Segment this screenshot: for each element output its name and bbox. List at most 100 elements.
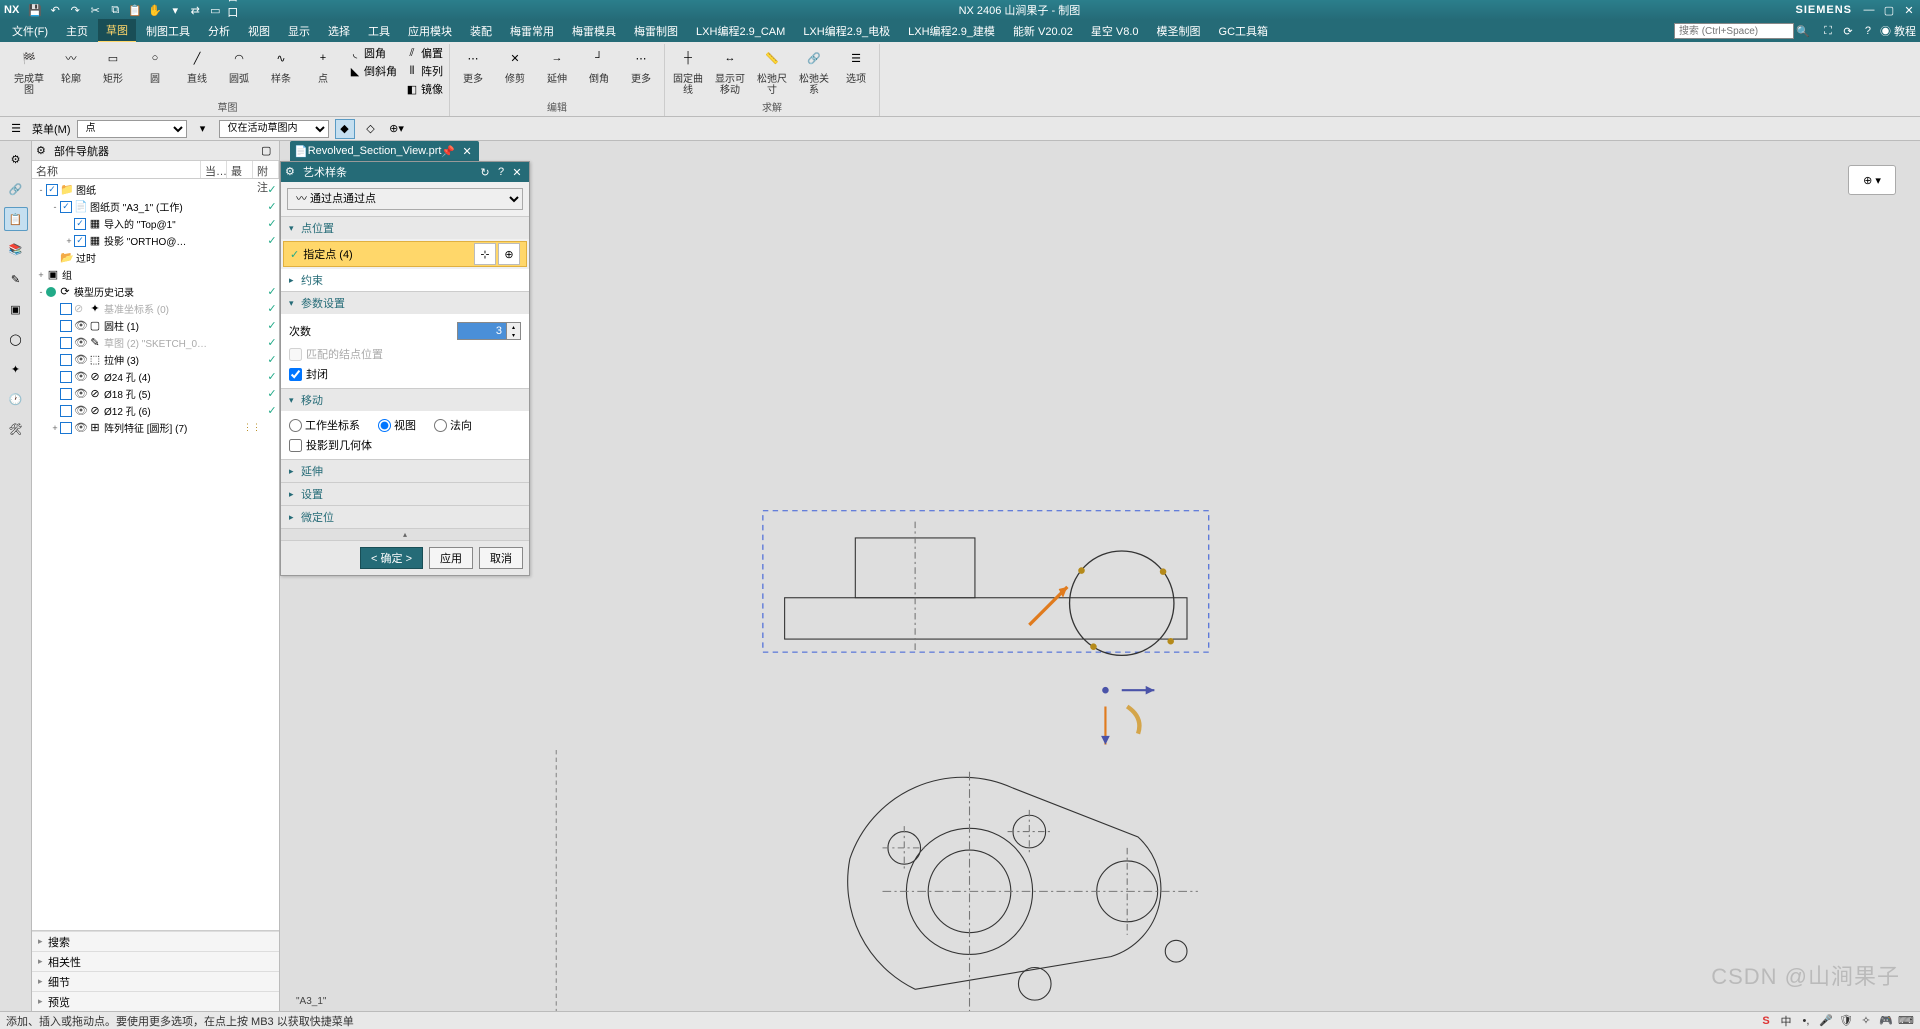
col-current[interactable]: 当… (201, 161, 227, 178)
relax-rel-button[interactable]: 🔗松弛关系 (797, 44, 831, 96)
col-name[interactable]: 名称 (32, 161, 201, 178)
dialog-reset-icon[interactable]: ↻ (477, 164, 493, 180)
nav-preview-section[interactable]: ▸预览 (32, 991, 279, 1011)
menu-label[interactable]: 菜单(M) (32, 121, 71, 137)
arc-button[interactable]: ◠圆弧 (222, 44, 256, 85)
menu-gc-toolbox[interactable]: GC工具箱 (1211, 20, 1277, 42)
maximize-icon[interactable]: ▢ (1882, 3, 1896, 17)
tab-pin-icon[interactable]: 📌 (441, 145, 455, 158)
help-icon[interactable]: ? (1860, 23, 1876, 39)
menu-lxh-cam[interactable]: LXH编程2.9_CAM (688, 20, 793, 42)
dialog-help-icon[interactable]: ? (493, 164, 509, 180)
nav-detail-section[interactable]: ▸细节 (32, 971, 279, 991)
ime-mode-icon[interactable]: 中 (1778, 1014, 1794, 1028)
section-move[interactable]: ▾移动 (281, 389, 529, 411)
menu-select[interactable]: 选择 (320, 20, 358, 42)
profile-button[interactable]: 〰轮廓 (54, 44, 88, 85)
chamfer-button[interactable]: ◣倒斜角 (348, 62, 397, 80)
filter-select-2[interactable]: 仅在活动草图内 (219, 120, 329, 138)
menu-toggle-icon[interactable]: ☰ (6, 119, 26, 139)
radio-wcs[interactable]: 工作坐标系 (289, 417, 360, 433)
menu-assembly[interactable]: 装配 (462, 20, 500, 42)
pattern-button[interactable]: ⫴阵列 (405, 62, 443, 80)
spline-button[interactable]: ∿样条 (264, 44, 298, 85)
menu-display[interactable]: 显示 (280, 20, 318, 42)
section-extend[interactable]: ▸延伸 (281, 460, 529, 482)
assembly-nav-icon[interactable]: ⚙ (4, 147, 28, 171)
menu-application[interactable]: 应用模块 (400, 20, 460, 42)
menu-drafting-tools[interactable]: 制图工具 (138, 20, 198, 42)
menu-meilei-draft[interactable]: 梅雷制图 (626, 20, 686, 42)
part-nav-icon[interactable]: 📋 (4, 207, 28, 231)
filter-select-1[interactable]: 点 (77, 120, 187, 138)
ok-button[interactable]: < 确定 > (360, 547, 423, 569)
options-button[interactable]: ☰选项 (839, 44, 873, 85)
touch-icon[interactable]: ✋ (147, 2, 163, 18)
section-parameters[interactable]: ▾参数设置 (281, 292, 529, 314)
menu-meilei-mold[interactable]: 梅雷模具 (564, 20, 624, 42)
tree-row[interactable]: ⊘✦基准坐标系 (0)✓ (32, 300, 279, 317)
tree-row[interactable]: 👁✎草图 (2) "SKETCH_0…✓ (32, 334, 279, 351)
finish-sketch-button[interactable]: 🏁完成草图 (12, 44, 46, 96)
save-icon[interactable]: 💾 (27, 2, 43, 18)
tree-row[interactable]: 👁⊘Ø18 孔 (5)✓ (32, 385, 279, 402)
sketch-icon[interactable]: ✎ (4, 267, 28, 291)
filter-icon-1[interactable]: ▾ (193, 119, 213, 139)
copy-icon[interactable]: ⧉ (107, 2, 123, 18)
menu-meilei-common[interactable]: 梅雷常用 (502, 20, 562, 42)
tree-row[interactable]: 👁⊘Ø12 孔 (6)✓ (32, 402, 279, 419)
sphere-icon[interactable]: ◯ (4, 327, 28, 351)
relax-dim-button[interactable]: 📏松弛尺寸 (755, 44, 789, 96)
closed-checkbox[interactable] (289, 368, 302, 381)
ime-emoji-icon[interactable]: ✧ (1858, 1014, 1874, 1028)
ime-mic-icon[interactable]: 🎤 (1818, 1014, 1834, 1028)
ime-game-icon[interactable]: 🎮 (1878, 1014, 1894, 1028)
more-icon[interactable]: ▾ (167, 2, 183, 18)
menu-nengxin[interactable]: 能新 V20.02 (1005, 20, 1081, 42)
cut-icon[interactable]: ✂ (87, 2, 103, 18)
col-note[interactable]: 附注 (253, 161, 279, 178)
ime-icon[interactable]: S (1758, 1014, 1774, 1028)
corner-button[interactable]: ┘倒角 (582, 44, 616, 85)
rectangle-button[interactable]: ▭矩形 (96, 44, 130, 85)
tree-row[interactable]: +👁⊞阵列特征 [圆形] (7)⋮⋮ (32, 419, 279, 436)
section-micropos[interactable]: ▸微定位 (281, 506, 529, 528)
nav-close-icon[interactable]: ▢ (261, 144, 275, 158)
nav-search-section[interactable]: ▸搜索 (32, 931, 279, 951)
tree-row[interactable]: ▦导入的 "Top@1"✓ (32, 215, 279, 232)
graphics-window[interactable]: 📄 Revolved_Section_View.prt 📌 ✕ ⚙ 艺术样条 ↻… (280, 141, 1920, 1011)
point-dialog-icon[interactable]: ⊹ (474, 243, 496, 265)
menu-lxh-model[interactable]: LXH编程2.9_建模 (900, 20, 1003, 42)
more-button-2[interactable]: ⋯更多 (624, 44, 658, 85)
more-button-1[interactable]: ⋯更多 (456, 44, 490, 85)
minimize-icon[interactable]: — (1862, 3, 1876, 17)
tree-row[interactable]: 👁⬚拉伸 (3)✓ (32, 351, 279, 368)
document-tab[interactable]: 📄 Revolved_Section_View.prt 📌 ✕ (290, 141, 479, 161)
tools-icon[interactable]: 🛠 (4, 417, 28, 441)
window-icon[interactable]: ▭ (207, 2, 223, 18)
search-input[interactable] (1674, 23, 1794, 39)
section-constraint[interactable]: ▸约束 (281, 269, 529, 291)
tree-row[interactable]: 👁⊘Ø24 孔 (4)✓ (32, 368, 279, 385)
ime-shield-icon[interactable]: 🛡 (1838, 1014, 1854, 1028)
menu-analysis[interactable]: 分析 (200, 20, 238, 42)
snap-icon-2[interactable]: ◇ (361, 119, 381, 139)
circle-button[interactable]: ○圆 (138, 44, 172, 85)
menu-file[interactable]: 文件(F) (4, 20, 56, 42)
radio-view[interactable]: 视图 (378, 417, 416, 433)
menu-xingkong[interactable]: 星空 V8.0 (1083, 20, 1147, 42)
trim-button[interactable]: ✕修剪 (498, 44, 532, 85)
tree-row[interactable]: +▦投影 "ORTHO@…✓ (32, 232, 279, 249)
degree-input[interactable] (457, 322, 507, 340)
view-orient-control[interactable]: ⊕ ▾ (1848, 165, 1896, 195)
point-constructor-icon[interactable]: ⊕ (498, 243, 520, 265)
snap-icon-1[interactable]: ◆ (335, 119, 355, 139)
window-menu[interactable]: 窗口▾ (227, 2, 243, 18)
search-icon[interactable]: 🔍 (1794, 22, 1812, 40)
extend-button[interactable]: →延伸 (540, 44, 574, 85)
show-movable-button[interactable]: ↔显示可移动 (713, 44, 747, 96)
project-checkbox[interactable] (289, 439, 302, 452)
csys-icon[interactable]: ✦ (4, 357, 28, 381)
redo-icon[interactable]: ↷ (67, 2, 83, 18)
history-icon[interactable]: 🕐 (4, 387, 28, 411)
